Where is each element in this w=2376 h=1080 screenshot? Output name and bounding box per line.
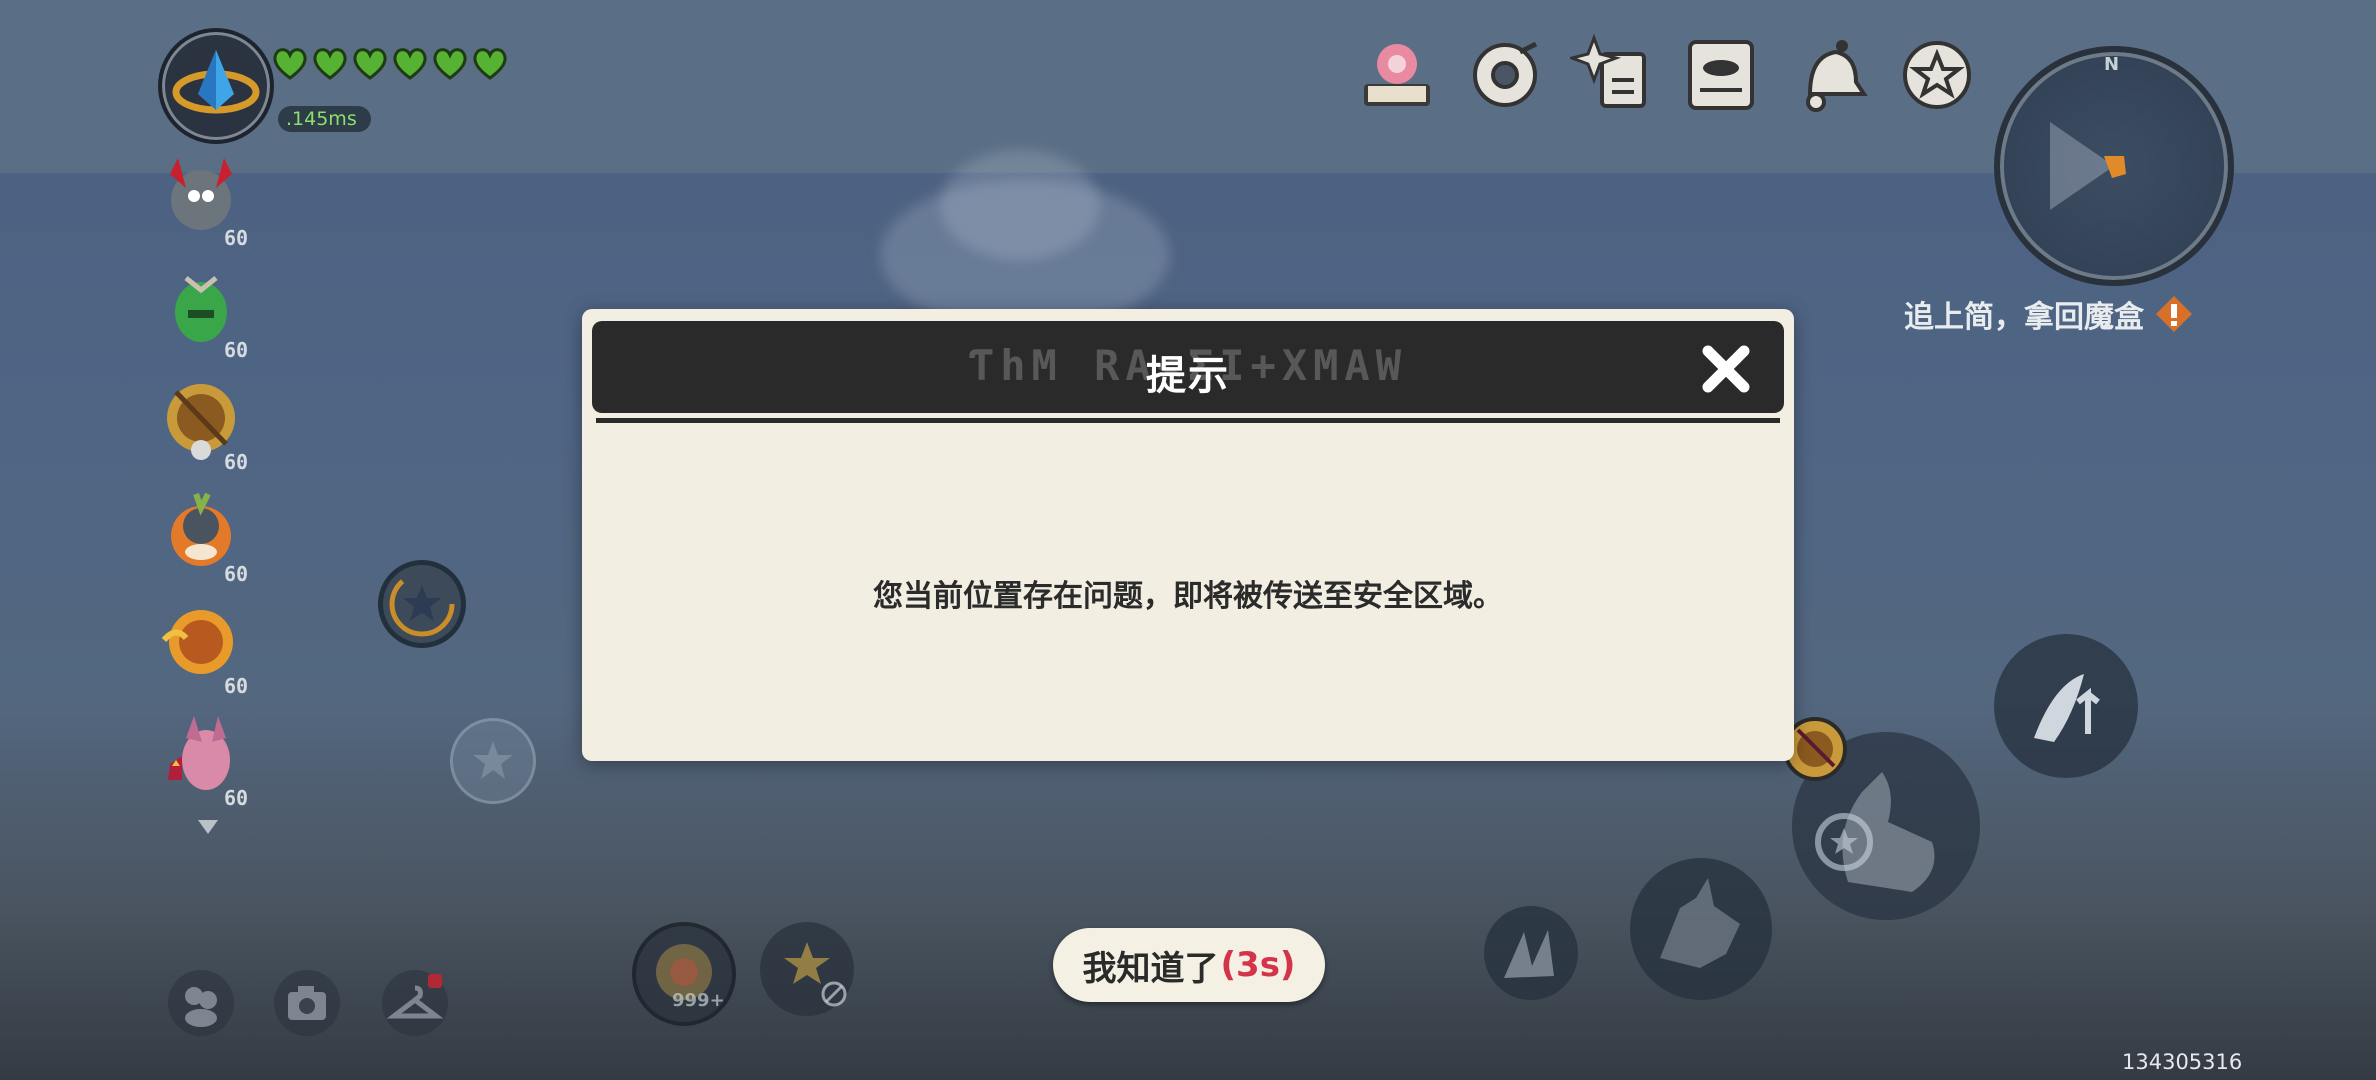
quest-tracker[interactable]: 追上简，拿回魔盒 — [1904, 292, 2194, 336]
close-icon[interactable] — [1696, 339, 1756, 399]
heart-icon — [273, 48, 307, 80]
pet-level: 60 — [224, 674, 249, 698]
book-flower-icon[interactable] — [1354, 32, 1440, 118]
feather-arrow-icon — [2034, 674, 2100, 742]
hanger-icon — [386, 974, 444, 1019]
star-icon — [473, 741, 513, 779]
pet-list: 60 60 60 60 60 60 — [150, 146, 270, 846]
countdown-timer: (3s) — [1220, 945, 1296, 985]
social-button[interactable] — [168, 970, 234, 1036]
pet-slot[interactable]: 60 — [150, 706, 270, 810]
heart-icon — [433, 48, 467, 80]
cloud — [940, 150, 1100, 260]
ring-icon[interactable] — [1462, 32, 1548, 118]
star-badge-icon[interactable] — [1894, 32, 1980, 118]
notebook-icon[interactable] — [1678, 32, 1764, 118]
hotbar-item-ball[interactable]: 999+ — [632, 922, 736, 1026]
item-count: 999+ — [672, 990, 725, 1011]
player-avatar[interactable] — [158, 28, 274, 144]
fire-pet-icon — [161, 610, 233, 674]
quest-marker-icon — [2156, 296, 2192, 332]
wolf-skill-button[interactable] — [1630, 858, 1772, 1000]
people-icon — [185, 987, 217, 1027]
hotbar-item-star-disabled[interactable] — [760, 922, 854, 1016]
top-menu — [1354, 32, 1994, 132]
claw-skill-button[interactable] — [1484, 906, 1578, 1000]
star-icon — [389, 571, 455, 637]
pet-slot[interactable]: 60 — [150, 370, 270, 474]
dialog-divider — [596, 418, 1780, 423]
wardrobe-button[interactable] — [382, 970, 448, 1036]
pet-level: 60 — [224, 450, 249, 474]
heart-icon — [353, 48, 387, 80]
minimap[interactable]: N — [1994, 46, 2234, 286]
pink-pet-icon — [168, 716, 230, 790]
north-label: N — [2104, 54, 2120, 75]
orange-pet-icon — [171, 492, 231, 566]
quest-text: 追上简，拿回魔盒 — [1904, 300, 2144, 335]
notice-dialog: ƬhM RA<ΣI+XMAW 提示 您当前位置存在问题，即将被传送至安全区域。 — [582, 309, 1794, 761]
pet-slot[interactable]: 60 — [150, 594, 270, 698]
disabled-star-icon — [784, 942, 847, 1007]
camera-icon — [288, 986, 326, 1020]
bell-icon[interactable] — [1786, 32, 1872, 118]
pet-level: 60 — [224, 338, 249, 362]
chevron-down-icon[interactable] — [196, 818, 220, 836]
player-direction-icon — [2050, 122, 2126, 210]
faded-star-button[interactable] — [450, 718, 536, 804]
acknowledge-label: 我知道了 — [1082, 948, 1219, 989]
pet-slot[interactable]: 60 — [150, 482, 270, 586]
claw-icon — [1504, 930, 1554, 978]
pet-slot[interactable]: 60 — [150, 146, 270, 250]
dialog-message: 您当前位置存在问题，即将被传送至安全区域。 — [873, 579, 1503, 614]
green-pet-icon — [175, 276, 227, 342]
pet-level: 60 — [224, 226, 249, 250]
horned-pet-icon — [170, 158, 232, 230]
heart-icon — [393, 48, 427, 80]
wolf-icon — [1660, 878, 1740, 968]
heart-icon — [473, 48, 507, 80]
health-bar — [272, 46, 508, 80]
pet-slot[interactable]: 60 — [150, 258, 270, 362]
acknowledge-button[interactable]: 我知道了 (3s) — [1053, 928, 1325, 1002]
user-id: 134305316 — [2122, 1050, 2243, 1074]
heart-icon — [313, 48, 347, 80]
pet-level: 60 — [224, 786, 249, 810]
dialog-header: ƬhM RA<ΣI+XMAW 提示 — [592, 321, 1784, 413]
sparkle-card-icon[interactable] — [1570, 32, 1656, 118]
avatar-crystal-icon — [172, 50, 260, 114]
ping-indicator: .145ms — [278, 106, 371, 132]
pet-level: 60 — [224, 562, 249, 586]
jump-skill-button[interactable] — [1994, 634, 2138, 778]
dialog-title: 提示 — [1146, 353, 1230, 399]
camera-button[interactable] — [274, 970, 340, 1036]
armored-pet-icon — [167, 384, 235, 460]
star-skill-button[interactable] — [378, 560, 466, 648]
